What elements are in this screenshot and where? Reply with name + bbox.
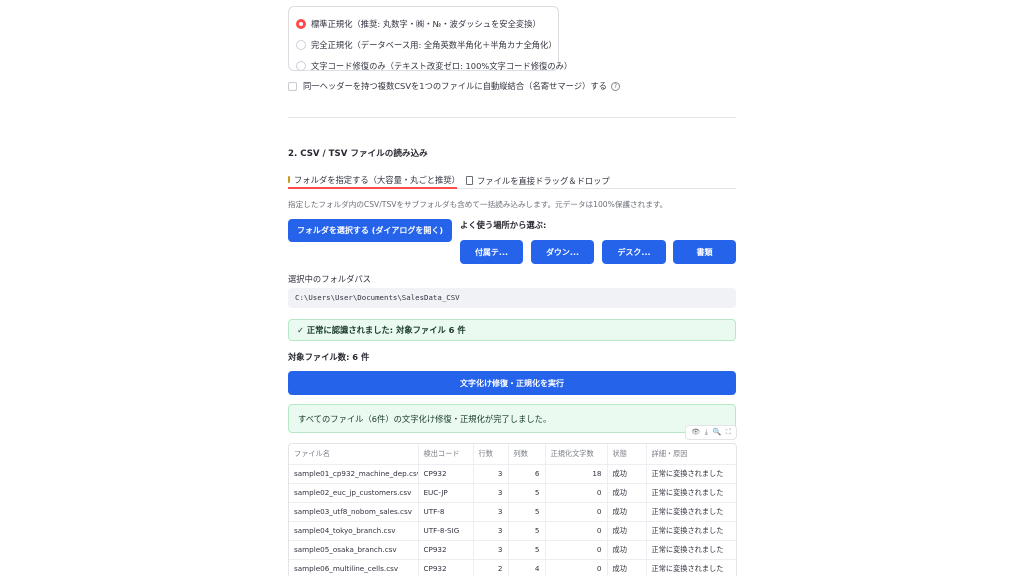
cell-rows: 3 <box>473 521 509 541</box>
radio-label: 完全正規化（データベース用: 全角英数半角化＋半角カナ全角化） <box>311 40 557 50</box>
complete-alert: すべてのファイル（6件）の文字化け修復・正規化が完了しました。 <box>288 404 736 433</box>
cell-columns: 5 <box>508 540 546 560</box>
cell-rows: 3 <box>473 483 509 503</box>
table-row[interactable]: sample04_tokyo_branch.csv UTF-8-SIG 3 5 … <box>289 521 736 541</box>
cell-normalized-chars: 0 <box>545 502 608 522</box>
cell-rows: 3 <box>473 502 509 522</box>
table-header-row: ファイル名 検出コード 行数 列数 正規化文字数 状態 詳細・原因 <box>289 444 736 465</box>
column-header[interactable]: 列数 <box>508 444 546 465</box>
radio-standard[interactable]: 標準正規化（推奨: 丸数字・㈱・№・波ダッシュを安全変換） <box>296 16 541 32</box>
radio-selected-icon[interactable] <box>296 19 306 29</box>
radio-repair-only[interactable]: 文字コード修復のみ（テキスト改変ゼロ: 100%文字コード修復のみ） <box>296 58 572 74</box>
table-row[interactable]: sample01_cp932_machine_dep.csv CP932 3 6… <box>289 464 736 484</box>
quick-place-button-documents[interactable]: 書類 <box>673 240 736 264</box>
cell-detail: 正常に変換されました <box>646 521 736 541</box>
download-icon[interactable]: ⤓ <box>705 429 708 436</box>
target-file-count: 対象ファイル数: 6 件 <box>288 352 370 362</box>
quick-place-button-desktop[interactable]: デスク... <box>602 240 666 264</box>
column-header[interactable]: ファイル名 <box>289 444 419 465</box>
radio-unselected-icon[interactable] <box>296 40 306 50</box>
cell-status: 成功 <box>607 502 647 522</box>
column-header[interactable]: 正規化文字数 <box>545 444 608 465</box>
cell-detail: 正常に変換されました <box>646 502 736 522</box>
cell-filename: sample01_cp932_machine_dep.csv <box>289 464 419 484</box>
cell-status: 成功 <box>607 521 647 541</box>
cell-normalized-chars: 0 <box>545 559 608 576</box>
cell-encoding: UTF-8 <box>418 502 474 522</box>
normalize-option-group: 標準正規化（推奨: 丸数字・㈱・№・波ダッシュを安全変換） 完全正規化（データベ… <box>288 6 572 71</box>
folder-caption: 指定したフォルダ内のCSV/TSVをサブフォルダも含めて一括読み込みします。元デ… <box>288 200 668 209</box>
eye-icon[interactable]: 👁 <box>691 429 700 436</box>
cell-filename: sample02_euc_jp_customers.csv <box>289 483 419 503</box>
radio-unselected-icon[interactable] <box>296 61 306 71</box>
column-header[interactable]: 詳細・原因 <box>646 444 736 465</box>
cell-filename: sample03_utf8_nobom_sales.csv <box>289 502 419 522</box>
folder-icon <box>288 176 290 183</box>
radio-label: 標準正規化（推奨: 丸数字・㈱・№・波ダッシュを安全変換） <box>311 19 541 29</box>
search-icon[interactable]: 🔍 <box>712 429 721 436</box>
table-row[interactable]: sample03_utf8_nobom_sales.csv UTF-8 3 5 … <box>289 502 736 522</box>
tab-label: ファイルを直接ドラッグ＆ドロップ <box>477 175 610 186</box>
cell-status: 成功 <box>607 464 647 484</box>
merge-checkbox-row[interactable]: 同一ヘッダーを持つ複数CSVを1つのファイルに自動縦結合（名寄せマージ）する ? <box>288 80 620 92</box>
cell-encoding: EUC-JP <box>418 483 474 503</box>
folder-path-label: 選択中のフォルダパス <box>288 274 371 284</box>
cell-columns: 5 <box>508 521 546 541</box>
column-header[interactable]: 状態 <box>607 444 647 465</box>
section-title: 2. CSV / TSV ファイルの読み込み <box>288 149 428 159</box>
cell-rows: 3 <box>473 540 509 560</box>
cell-filename: sample04_tokyo_branch.csv <box>289 521 419 541</box>
cell-filename: sample05_osaka_branch.csv <box>289 540 419 560</box>
cell-normalized-chars: 0 <box>545 483 608 503</box>
cell-status: 成功 <box>607 483 647 503</box>
table-row[interactable]: sample06_multiline_cells.csv CP932 2 4 0… <box>289 559 736 576</box>
cell-columns: 5 <box>508 502 546 522</box>
cell-rows: 2 <box>473 559 509 576</box>
select-folder-button[interactable]: フォルダを選択する (ダイアログを開く) <box>288 219 452 242</box>
cell-status: 成功 <box>607 540 647 560</box>
table-row[interactable]: sample02_euc_jp_customers.csv EUC-JP 3 5… <box>289 483 736 503</box>
radio-full[interactable]: 完全正規化（データベース用: 全角英数半角化＋半角カナ全角化） <box>296 37 557 53</box>
results-table[interactable]: ファイル名 検出コード 行数 列数 正規化文字数 状態 詳細・原因 sample… <box>288 443 737 576</box>
table-toolbar: 👁 ⤓ 🔍 ⛶ <box>685 425 737 440</box>
folder-path-field: C:\Users\User\Documents\SalesData_CSV <box>288 288 736 308</box>
quick-places-label: よく使う場所から選ぶ: <box>460 220 547 230</box>
tab-folder[interactable]: フォルダを指定する（大容量・丸ごと推奨） <box>288 172 460 189</box>
cell-filename: sample06_multiline_cells.csv <box>289 559 419 576</box>
quick-place-button-attached[interactable]: 付属テ... <box>460 240 523 264</box>
cell-detail: 正常に変換されました <box>646 464 736 484</box>
quick-place-button-downloads[interactable]: ダウン... <box>531 240 594 264</box>
cell-encoding: CP932 <box>418 559 474 576</box>
run-repair-button[interactable]: 文字化け修復・正規化を実行 <box>288 371 736 395</box>
cell-normalized-chars: 18 <box>545 464 608 484</box>
merge-checkbox[interactable] <box>288 81 297 91</box>
section-divider <box>288 117 736 118</box>
column-header[interactable]: 行数 <box>473 444 509 465</box>
cell-detail: 正常に変換されました <box>646 483 736 503</box>
document-icon <box>466 176 473 185</box>
tab-label: フォルダを指定する（大容量・丸ごと推奨） <box>294 174 460 185</box>
cell-detail: 正常に変換されました <box>646 559 736 576</box>
table-row[interactable]: sample05_osaka_branch.csv CP932 3 5 0 成功… <box>289 540 736 560</box>
cell-columns: 4 <box>508 559 546 576</box>
input-mode-tabs: フォルダを指定する（大容量・丸ごと推奨） ファイルを直接ドラッグ＆ドロップ <box>288 170 736 189</box>
merge-checkbox-label: 同一ヘッダーを持つ複数CSVを1つのファイルに自動縦結合（名寄せマージ）する <box>303 81 607 91</box>
cell-normalized-chars: 0 <box>545 540 608 560</box>
radio-label: 文字コード修復のみ（テキスト改変ゼロ: 100%文字コード修復のみ） <box>311 61 573 71</box>
cell-status: 成功 <box>607 559 647 576</box>
help-icon[interactable]: ? <box>610 81 620 91</box>
cell-columns: 5 <box>508 483 546 503</box>
tab-drag-drop[interactable]: ファイルを直接ドラッグ＆ドロップ <box>466 172 610 189</box>
cell-columns: 6 <box>508 464 546 484</box>
recognized-alert: ✓ 正常に認識されました: 対象ファイル 6 件 <box>288 319 736 341</box>
column-header[interactable]: 検出コード <box>418 444 474 465</box>
cell-rows: 3 <box>473 464 509 484</box>
cell-normalized-chars: 0 <box>545 521 608 541</box>
cell-encoding: CP932 <box>418 540 474 560</box>
cell-detail: 正常に変換されました <box>646 540 736 560</box>
cell-encoding: UTF-8-SIG <box>418 521 474 541</box>
fullscreen-icon[interactable]: ⛶ <box>726 429 731 436</box>
cell-encoding: CP932 <box>418 464 474 484</box>
